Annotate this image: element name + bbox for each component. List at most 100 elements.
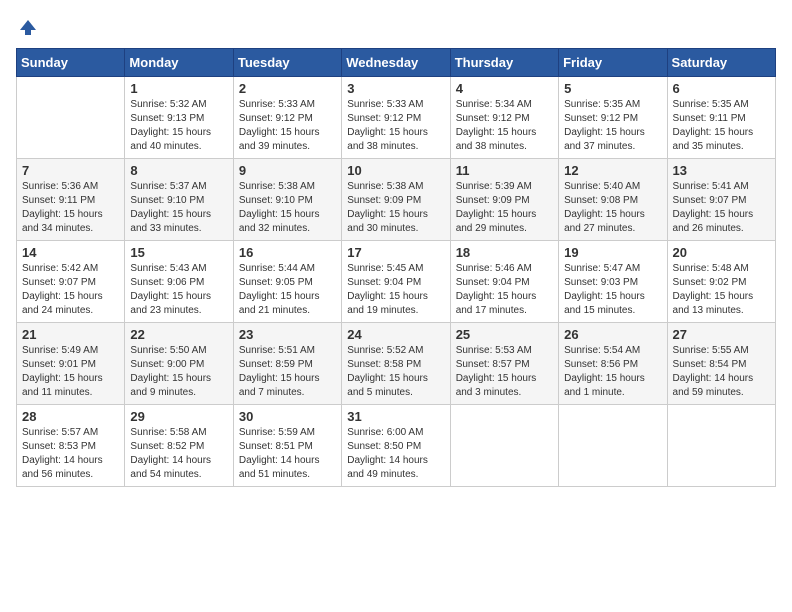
- day-info: Sunrise: 5:40 AM Sunset: 9:08 PM Dayligh…: [564, 180, 661, 236]
- calendar-cell: 8 Sunrise: 5:37 AM Sunset: 9:10 PM Daylig…: [125, 159, 233, 241]
- day-info: Sunrise: 5:49 AM Sunset: 9:01 PM Dayligh…: [22, 344, 119, 400]
- logo: [16, 16, 44, 40]
- calendar-cell: 16Sunrise: 5:44 AM Sunset: 9:05 PM Dayli…: [233, 241, 341, 323]
- day-number: 17: [347, 245, 444, 260]
- day-info: Sunrise: 5:46 AM Sunset: 9:04 PM Dayligh…: [456, 262, 553, 318]
- calendar-table: SundayMondayTuesdayWednesdayThursdayFrid…: [16, 48, 776, 487]
- calendar-cell: 9 Sunrise: 5:38 AM Sunset: 9:10 PM Daylig…: [233, 159, 341, 241]
- day-info: Sunrise: 5:36 AM Sunset: 9:11 PM Dayligh…: [22, 180, 119, 236]
- day-number: 7: [22, 163, 119, 178]
- calendar-cell: 25 Sunrise: 5:53 AM Sunset: 8:57 PM Dayli…: [450, 323, 558, 405]
- day-info: Sunrise: 5:33 AM Sunset: 9:12 PM Dayligh…: [239, 98, 336, 154]
- day-number: 10: [347, 163, 444, 178]
- calendar-cell: 22Sunrise: 5:50 AM Sunset: 9:00 PM Dayli…: [125, 323, 233, 405]
- day-info: Sunrise: 5:33 AM Sunset: 9:12 PM Dayligh…: [347, 98, 444, 154]
- calendar-cell: 21 Sunrise: 5:49 AM Sunset: 9:01 PM Dayli…: [17, 323, 125, 405]
- weekday-header: Tuesday: [233, 49, 341, 77]
- calendar-cell: 7 Sunrise: 5:36 AM Sunset: 9:11 PM Daylig…: [17, 159, 125, 241]
- calendar-cell: 10 Sunrise: 5:38 AM Sunset: 9:09 PM Dayli…: [342, 159, 450, 241]
- day-number: 30: [239, 409, 336, 424]
- calendar-cell: 24 Sunrise: 5:52 AM Sunset: 8:58 PM Dayli…: [342, 323, 450, 405]
- calendar-cell: 11 Sunrise: 5:39 AM Sunset: 9:09 PM Dayli…: [450, 159, 558, 241]
- day-info: Sunrise: 5:43 AM Sunset: 9:06 PM Dayligh…: [130, 262, 227, 318]
- day-info: Sunrise: 6:00 AM Sunset: 8:50 PM Dayligh…: [347, 426, 444, 482]
- calendar-cell: 18 Sunrise: 5:46 AM Sunset: 9:04 PM Dayli…: [450, 241, 558, 323]
- day-number: 31: [347, 409, 444, 424]
- calendar-cell: 31 Sunrise: 6:00 AM Sunset: 8:50 PM Dayli…: [342, 405, 450, 487]
- page-header: [16, 16, 776, 40]
- day-number: 21: [22, 327, 119, 342]
- calendar-cell: 5Sunrise: 5:35 AM Sunset: 9:12 PM Daylig…: [559, 77, 667, 159]
- day-number: 8: [130, 163, 227, 178]
- weekday-header: Friday: [559, 49, 667, 77]
- calendar-cell: 20 Sunrise: 5:48 AM Sunset: 9:02 PM Dayli…: [667, 241, 775, 323]
- calendar-cell: [559, 405, 667, 487]
- day-number: 29: [130, 409, 227, 424]
- day-info: Sunrise: 5:32 AM Sunset: 9:13 PM Dayligh…: [130, 98, 227, 154]
- calendar-cell: 15Sunrise: 5:43 AM Sunset: 9:06 PM Dayli…: [125, 241, 233, 323]
- day-info: Sunrise: 5:45 AM Sunset: 9:04 PM Dayligh…: [347, 262, 444, 318]
- calendar-week-row: 21 Sunrise: 5:49 AM Sunset: 9:01 PM Dayli…: [17, 323, 776, 405]
- day-info: Sunrise: 5:52 AM Sunset: 8:58 PM Dayligh…: [347, 344, 444, 400]
- day-number: 13: [673, 163, 770, 178]
- day-number: 22: [130, 327, 227, 342]
- calendar-week-row: 7 Sunrise: 5:36 AM Sunset: 9:11 PM Daylig…: [17, 159, 776, 241]
- day-info: Sunrise: 5:54 AM Sunset: 8:56 PM Dayligh…: [564, 344, 661, 400]
- day-info: Sunrise: 5:38 AM Sunset: 9:10 PM Dayligh…: [239, 180, 336, 236]
- day-number: 28: [22, 409, 119, 424]
- calendar-cell: 14 Sunrise: 5:42 AM Sunset: 9:07 PM Dayli…: [17, 241, 125, 323]
- day-number: 6: [673, 81, 770, 96]
- day-number: 25: [456, 327, 553, 342]
- day-info: Sunrise: 5:42 AM Sunset: 9:07 PM Dayligh…: [22, 262, 119, 318]
- day-number: 14: [22, 245, 119, 260]
- calendar-week-row: 28 Sunrise: 5:57 AM Sunset: 8:53 PM Dayli…: [17, 405, 776, 487]
- calendar-cell: 12Sunrise: 5:40 AM Sunset: 9:08 PM Dayli…: [559, 159, 667, 241]
- day-info: Sunrise: 5:41 AM Sunset: 9:07 PM Dayligh…: [673, 180, 770, 236]
- day-number: 16: [239, 245, 336, 260]
- day-number: 23: [239, 327, 336, 342]
- day-info: Sunrise: 5:53 AM Sunset: 8:57 PM Dayligh…: [456, 344, 553, 400]
- day-number: 11: [456, 163, 553, 178]
- day-number: 4: [456, 81, 553, 96]
- calendar-cell: 3 Sunrise: 5:33 AM Sunset: 9:12 PM Daylig…: [342, 77, 450, 159]
- calendar-cell: 23 Sunrise: 5:51 AM Sunset: 8:59 PM Dayli…: [233, 323, 341, 405]
- weekday-header: Sunday: [17, 49, 125, 77]
- day-info: Sunrise: 5:55 AM Sunset: 8:54 PM Dayligh…: [673, 344, 770, 400]
- calendar-cell: 30 Sunrise: 5:59 AM Sunset: 8:51 PM Dayli…: [233, 405, 341, 487]
- day-info: Sunrise: 5:47 AM Sunset: 9:03 PM Dayligh…: [564, 262, 661, 318]
- day-number: 9: [239, 163, 336, 178]
- day-info: Sunrise: 5:37 AM Sunset: 9:10 PM Dayligh…: [130, 180, 227, 236]
- day-number: 19: [564, 245, 661, 260]
- day-info: Sunrise: 5:38 AM Sunset: 9:09 PM Dayligh…: [347, 180, 444, 236]
- day-number: 20: [673, 245, 770, 260]
- calendar-cell: [17, 77, 125, 159]
- weekday-header: Wednesday: [342, 49, 450, 77]
- day-number: 18: [456, 245, 553, 260]
- logo-icon: [16, 16, 40, 40]
- calendar-cell: 19 Sunrise: 5:47 AM Sunset: 9:03 PM Dayli…: [559, 241, 667, 323]
- weekday-header: Thursday: [450, 49, 558, 77]
- day-number: 24: [347, 327, 444, 342]
- calendar-cell: [667, 405, 775, 487]
- day-number: 26: [564, 327, 661, 342]
- calendar-cell: 13 Sunrise: 5:41 AM Sunset: 9:07 PM Dayli…: [667, 159, 775, 241]
- calendar-header-row: SundayMondayTuesdayWednesdayThursdayFrid…: [17, 49, 776, 77]
- calendar-cell: 1 Sunrise: 5:32 AM Sunset: 9:13 PM Daylig…: [125, 77, 233, 159]
- day-number: 1: [130, 81, 227, 96]
- calendar-week-row: 1 Sunrise: 5:32 AM Sunset: 9:13 PM Daylig…: [17, 77, 776, 159]
- calendar-cell: 6Sunrise: 5:35 AM Sunset: 9:11 PM Daylig…: [667, 77, 775, 159]
- day-info: Sunrise: 5:48 AM Sunset: 9:02 PM Dayligh…: [673, 262, 770, 318]
- day-info: Sunrise: 5:59 AM Sunset: 8:51 PM Dayligh…: [239, 426, 336, 482]
- day-number: 2: [239, 81, 336, 96]
- day-info: Sunrise: 5:57 AM Sunset: 8:53 PM Dayligh…: [22, 426, 119, 482]
- calendar-week-row: 14 Sunrise: 5:42 AM Sunset: 9:07 PM Dayli…: [17, 241, 776, 323]
- calendar-cell: 29Sunrise: 5:58 AM Sunset: 8:52 PM Dayli…: [125, 405, 233, 487]
- day-number: 5: [564, 81, 661, 96]
- day-info: Sunrise: 5:51 AM Sunset: 8:59 PM Dayligh…: [239, 344, 336, 400]
- weekday-header: Monday: [125, 49, 233, 77]
- calendar-cell: 27Sunrise: 5:55 AM Sunset: 8:54 PM Dayli…: [667, 323, 775, 405]
- day-info: Sunrise: 5:39 AM Sunset: 9:09 PM Dayligh…: [456, 180, 553, 236]
- day-info: Sunrise: 5:34 AM Sunset: 9:12 PM Dayligh…: [456, 98, 553, 154]
- calendar-cell: 2 Sunrise: 5:33 AM Sunset: 9:12 PM Daylig…: [233, 77, 341, 159]
- day-number: 3: [347, 81, 444, 96]
